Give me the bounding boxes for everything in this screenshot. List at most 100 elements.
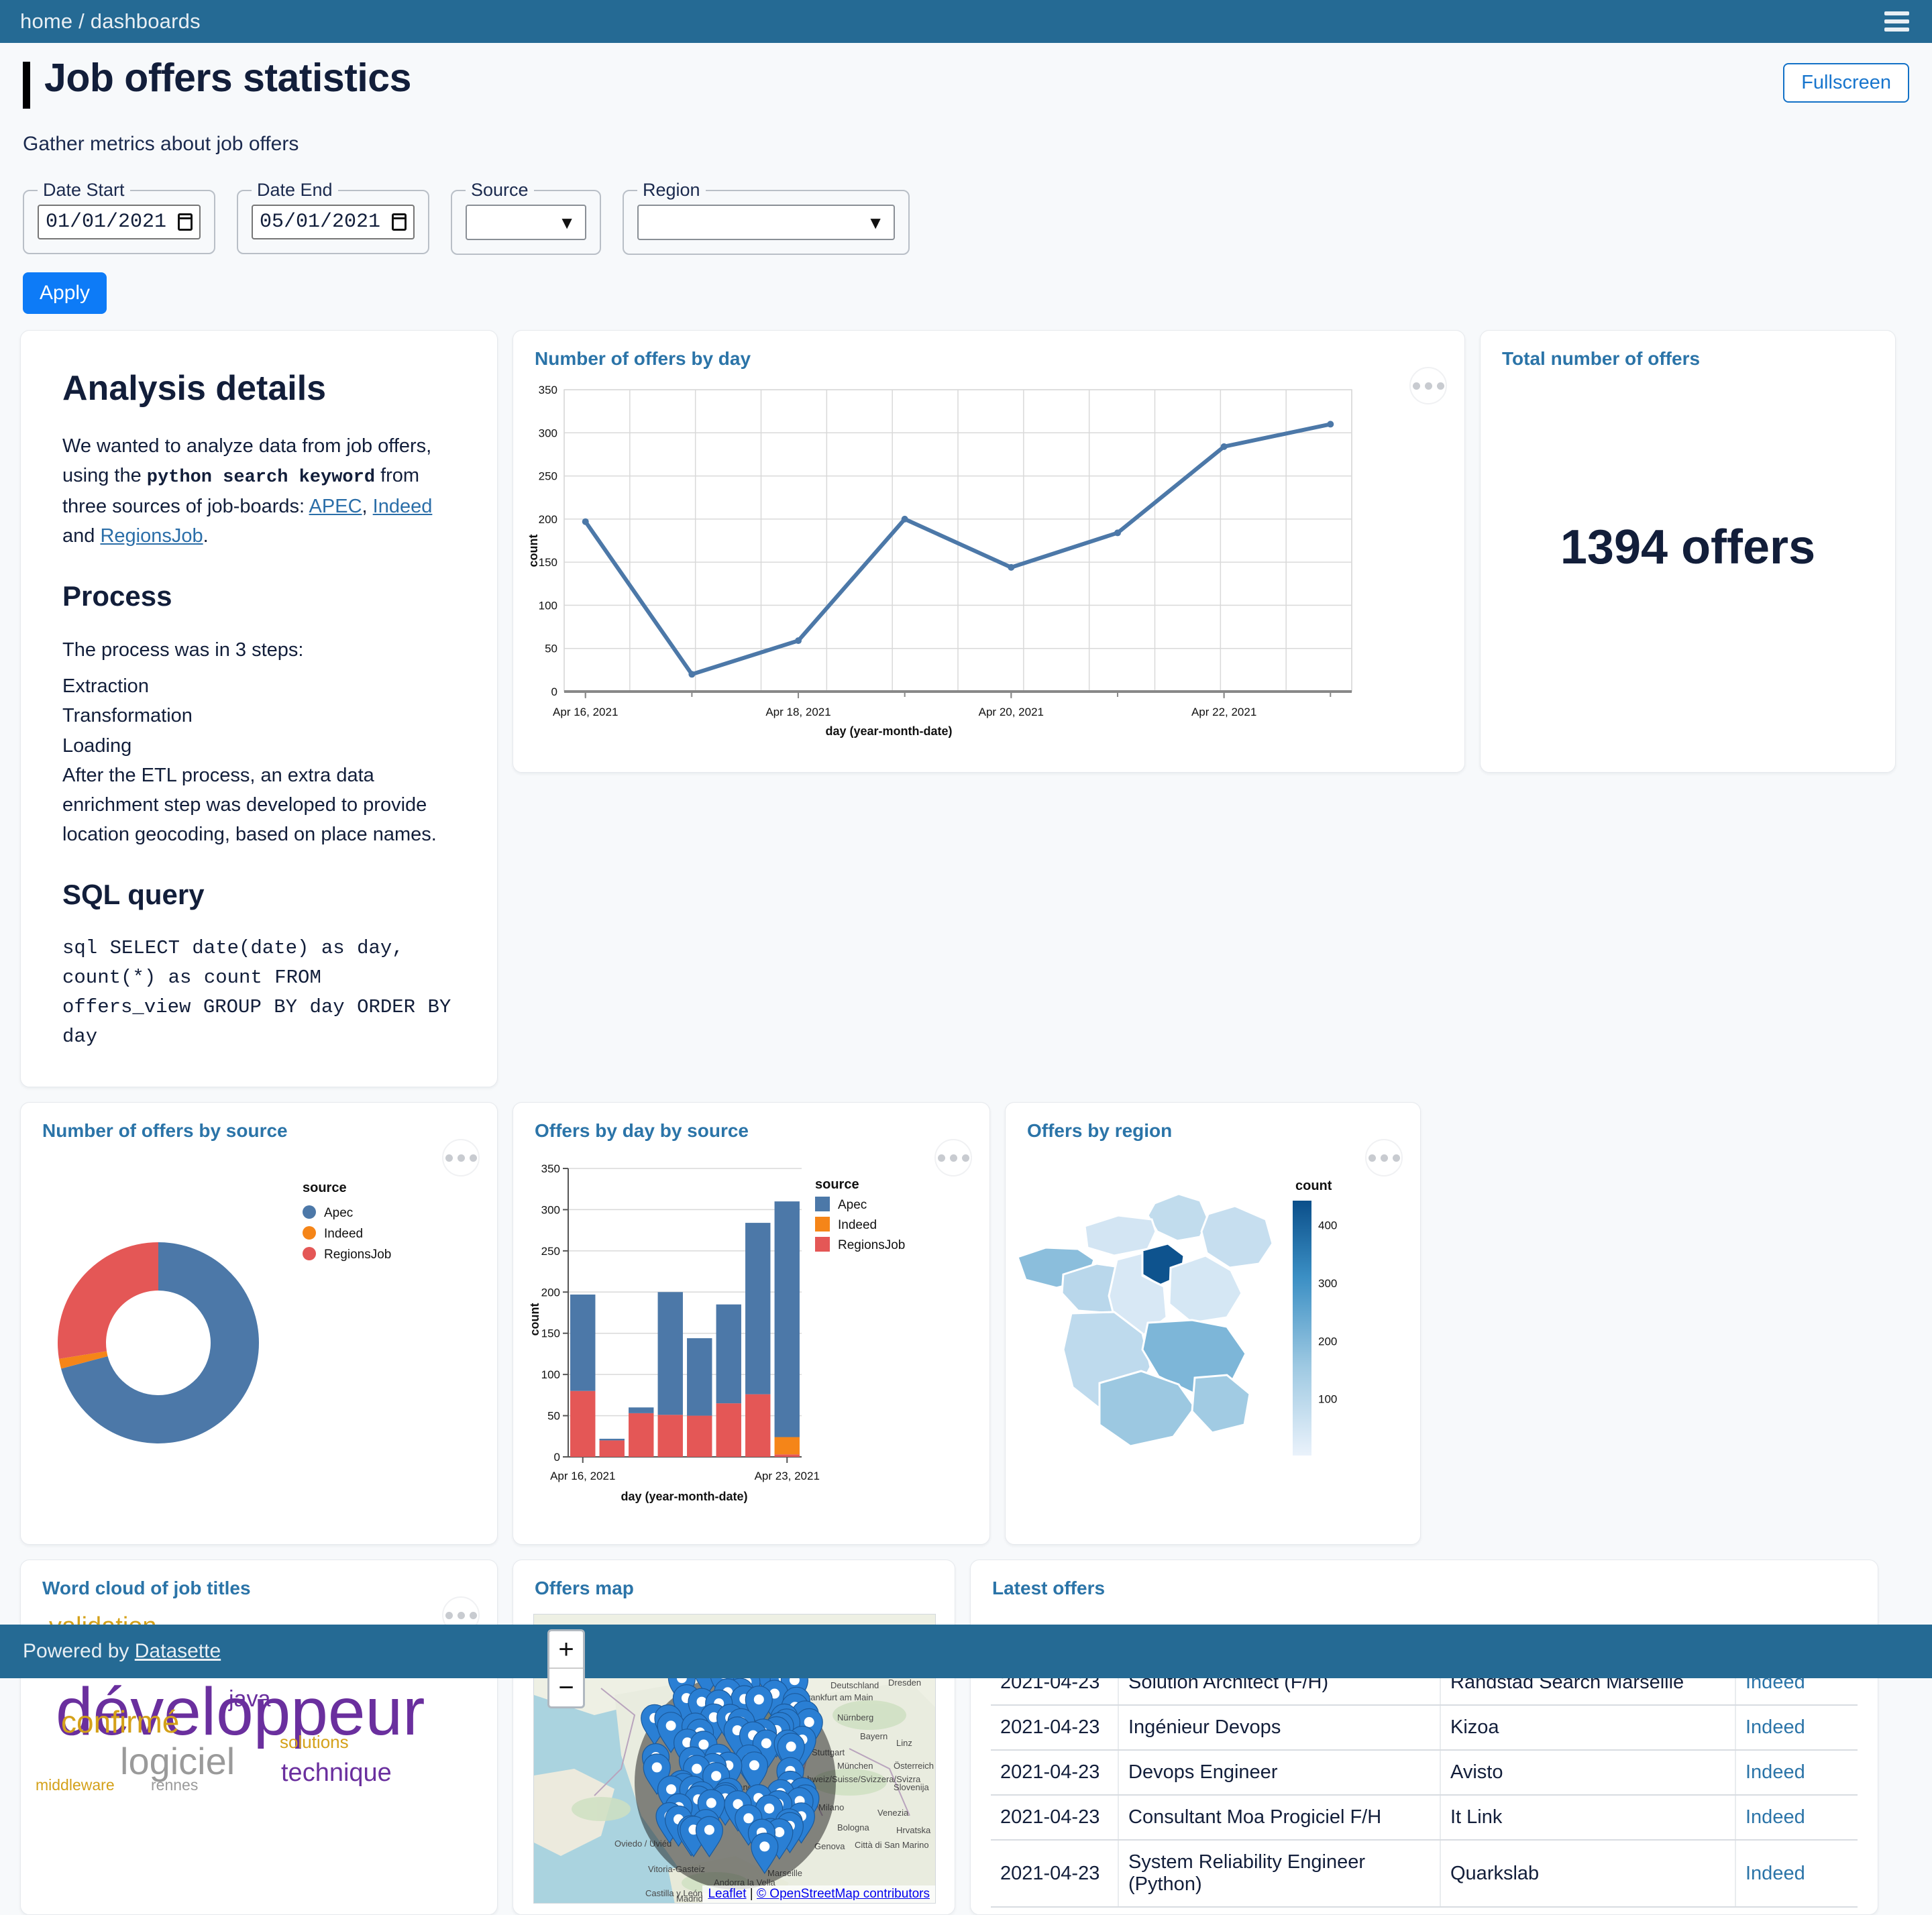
cell-title: Devops Engineer xyxy=(1118,1750,1440,1795)
svg-text:Apr 22, 2021: Apr 22, 2021 xyxy=(1191,706,1256,718)
date-start-label: Date Start xyxy=(38,180,130,201)
leaflet-link[interactable]: Leaflet xyxy=(708,1887,746,1901)
svg-text:Slovenija: Slovenija xyxy=(894,1782,930,1792)
chart-menu-icon[interactable] xyxy=(1365,1139,1403,1177)
svg-text:Bologna: Bologna xyxy=(837,1822,869,1832)
cell-company: Kizoa xyxy=(1440,1705,1735,1750)
offers-by-source-title: Number of offers by source xyxy=(42,1120,497,1142)
wordcloud-word[interactable]: technique xyxy=(281,1760,392,1786)
offer-link[interactable]: Indeed xyxy=(1746,1863,1805,1884)
datasette-link[interactable]: Datasette xyxy=(135,1640,221,1662)
filter-bar: Date Start 01/01/2021 Date End 05/01/202… xyxy=(0,156,1932,255)
svg-text:250: 250 xyxy=(541,1245,560,1258)
post-etl-note: After the ETL process, an extra data enr… xyxy=(62,761,455,849)
analysis-intro-text-3: and xyxy=(62,525,100,547)
cell-date: 2021-04-23 xyxy=(991,1705,1118,1750)
svg-text:100: 100 xyxy=(541,1368,560,1381)
wordcloud-word[interactable]: solutions xyxy=(280,1733,349,1751)
process-steps: Extraction Transformation Loading After … xyxy=(62,671,455,849)
chevron-down-icon: ▼ xyxy=(558,214,576,231)
source-label: Source xyxy=(466,180,534,201)
region-select[interactable]: ▼ xyxy=(637,205,895,240)
svg-text:150: 150 xyxy=(541,1327,560,1340)
map-attribution: Leaflet | © OpenStreetMap contributors xyxy=(702,1885,935,1903)
svg-text:0: 0 xyxy=(554,1451,560,1464)
page-subtitle: Gather metrics about job offers xyxy=(23,133,1909,156)
bar-segment-apec xyxy=(658,1292,683,1415)
breadcrumb[interactable]: home / dashboards xyxy=(20,9,201,34)
hamburger-menu-icon[interactable] xyxy=(1882,9,1912,34)
dashboard-row-1: Analysis details We wanted to analyze da… xyxy=(20,330,1912,1087)
calendar-icon[interactable] xyxy=(392,213,407,231)
date-end-input[interactable]: 05/01/2021 xyxy=(252,205,415,239)
bar-segment-apec xyxy=(745,1223,770,1394)
svg-text:200: 200 xyxy=(539,513,557,526)
wordcloud-word[interactable]: middleware xyxy=(36,1777,115,1793)
zoom-in-button[interactable]: + xyxy=(549,1631,583,1669)
analysis-title: Analysis details xyxy=(62,368,455,408)
hamburger-bar xyxy=(1884,28,1909,32)
colorbar-title: count xyxy=(1295,1179,1332,1193)
date-start-group: Date Start 01/01/2021 xyxy=(23,180,215,254)
colorbar xyxy=(1293,1201,1311,1456)
apec-link[interactable]: APEC xyxy=(309,496,362,517)
bar-segment-regionsjob xyxy=(716,1403,741,1457)
offers-by-day-card: Number of offers by day 0501001502002503… xyxy=(513,330,1465,773)
wordcloud-word[interactable]: rennes xyxy=(151,1777,198,1793)
wordcloud-word[interactable]: logiciel xyxy=(120,1743,235,1780)
svg-text:300: 300 xyxy=(1318,1277,1337,1290)
date-end-group: Date End 05/01/2021 xyxy=(237,180,429,254)
title-accent-bar xyxy=(23,62,30,109)
regionsjob-link[interactable]: RegionsJob xyxy=(100,525,203,547)
cell-link: Indeed xyxy=(1735,1795,1858,1840)
svg-text:Apec: Apec xyxy=(838,1198,867,1212)
process-intro: The process was in 3 steps: xyxy=(62,635,455,665)
offer-link[interactable]: Indeed xyxy=(1746,1806,1805,1828)
source-select[interactable]: ▼ xyxy=(466,205,586,240)
indeed-link[interactable]: Indeed xyxy=(373,496,433,517)
svg-text:100: 100 xyxy=(539,599,557,612)
cell-company: It Link xyxy=(1440,1795,1735,1840)
offer-link[interactable]: Indeed xyxy=(1746,1716,1805,1738)
cell-link: Indeed xyxy=(1735,1840,1858,1907)
offers-by-source-card: Number of offers by source source ApecIn… xyxy=(20,1102,498,1545)
analysis-keyword: python search keyword xyxy=(147,468,375,488)
svg-text:Linz: Linz xyxy=(896,1738,912,1748)
wordcloud-word[interactable]: confirmé xyxy=(61,1706,179,1737)
table-row: 2021-04-23Ingénieur DevopsKizoaIndeed xyxy=(991,1705,1858,1750)
svg-text:Madrid: Madrid xyxy=(676,1894,703,1904)
svg-text:Deutschland: Deutschland xyxy=(830,1680,879,1690)
apply-button[interactable]: Apply xyxy=(23,272,107,314)
osm-link[interactable]: © OpenStreetMap contributors xyxy=(757,1887,930,1901)
svg-text:Nürnberg: Nürnberg xyxy=(837,1712,873,1722)
svg-text:RegionsJob: RegionsJob xyxy=(324,1248,391,1262)
page-footer: Powered by Datasette xyxy=(0,1625,1932,1678)
bar-segment-apec xyxy=(775,1201,800,1437)
region-hauts-de-france[interactable] xyxy=(1148,1194,1208,1241)
fullscreen-button[interactable]: Fullscreen xyxy=(1783,63,1909,103)
bar-segment-apec xyxy=(716,1305,741,1403)
svg-text:Indeed: Indeed xyxy=(324,1227,363,1241)
zoom-out-button[interactable]: − xyxy=(549,1669,583,1706)
chart-menu-icon[interactable] xyxy=(442,1139,480,1177)
chart-menu-icon[interactable] xyxy=(1409,367,1447,404)
date-start-input[interactable]: 01/01/2021 xyxy=(38,205,201,239)
calendar-icon[interactable] xyxy=(178,213,193,231)
chart-menu-icon[interactable] xyxy=(934,1139,972,1177)
map-zoom-control[interactable]: + − xyxy=(547,1629,585,1708)
svg-text:Apr 18, 2021: Apr 18, 2021 xyxy=(765,706,830,718)
footer-text: Powered by Datasette xyxy=(23,1640,221,1663)
region-provence-alpes-cote-dazur[interactable] xyxy=(1192,1375,1250,1433)
region-label: Region xyxy=(637,180,706,201)
offers-by-day-chart: 050100150200250300350 Apr 16, 2021Apr 18… xyxy=(513,370,1426,745)
page-header: Job offers statistics Gather metrics abo… xyxy=(0,43,1932,156)
process-step: Transformation xyxy=(62,701,455,730)
hamburger-bar xyxy=(1884,19,1909,23)
sql-query-code: sql SELECT date(date) as day, count(*) a… xyxy=(62,934,455,1052)
offers-by-region-card: Offers by region xyxy=(1005,1102,1421,1545)
offer-link[interactable]: Indeed xyxy=(1746,1761,1805,1783)
wordcloud-word[interactable]: java xyxy=(229,1688,270,1710)
offers-by-day-by-source-card: Offers by day by source 0501001502002503… xyxy=(513,1102,990,1545)
wordcloud-title: Word cloud of job titles xyxy=(42,1578,497,1599)
offers-by-day-title: Number of offers by day xyxy=(535,348,1464,370)
